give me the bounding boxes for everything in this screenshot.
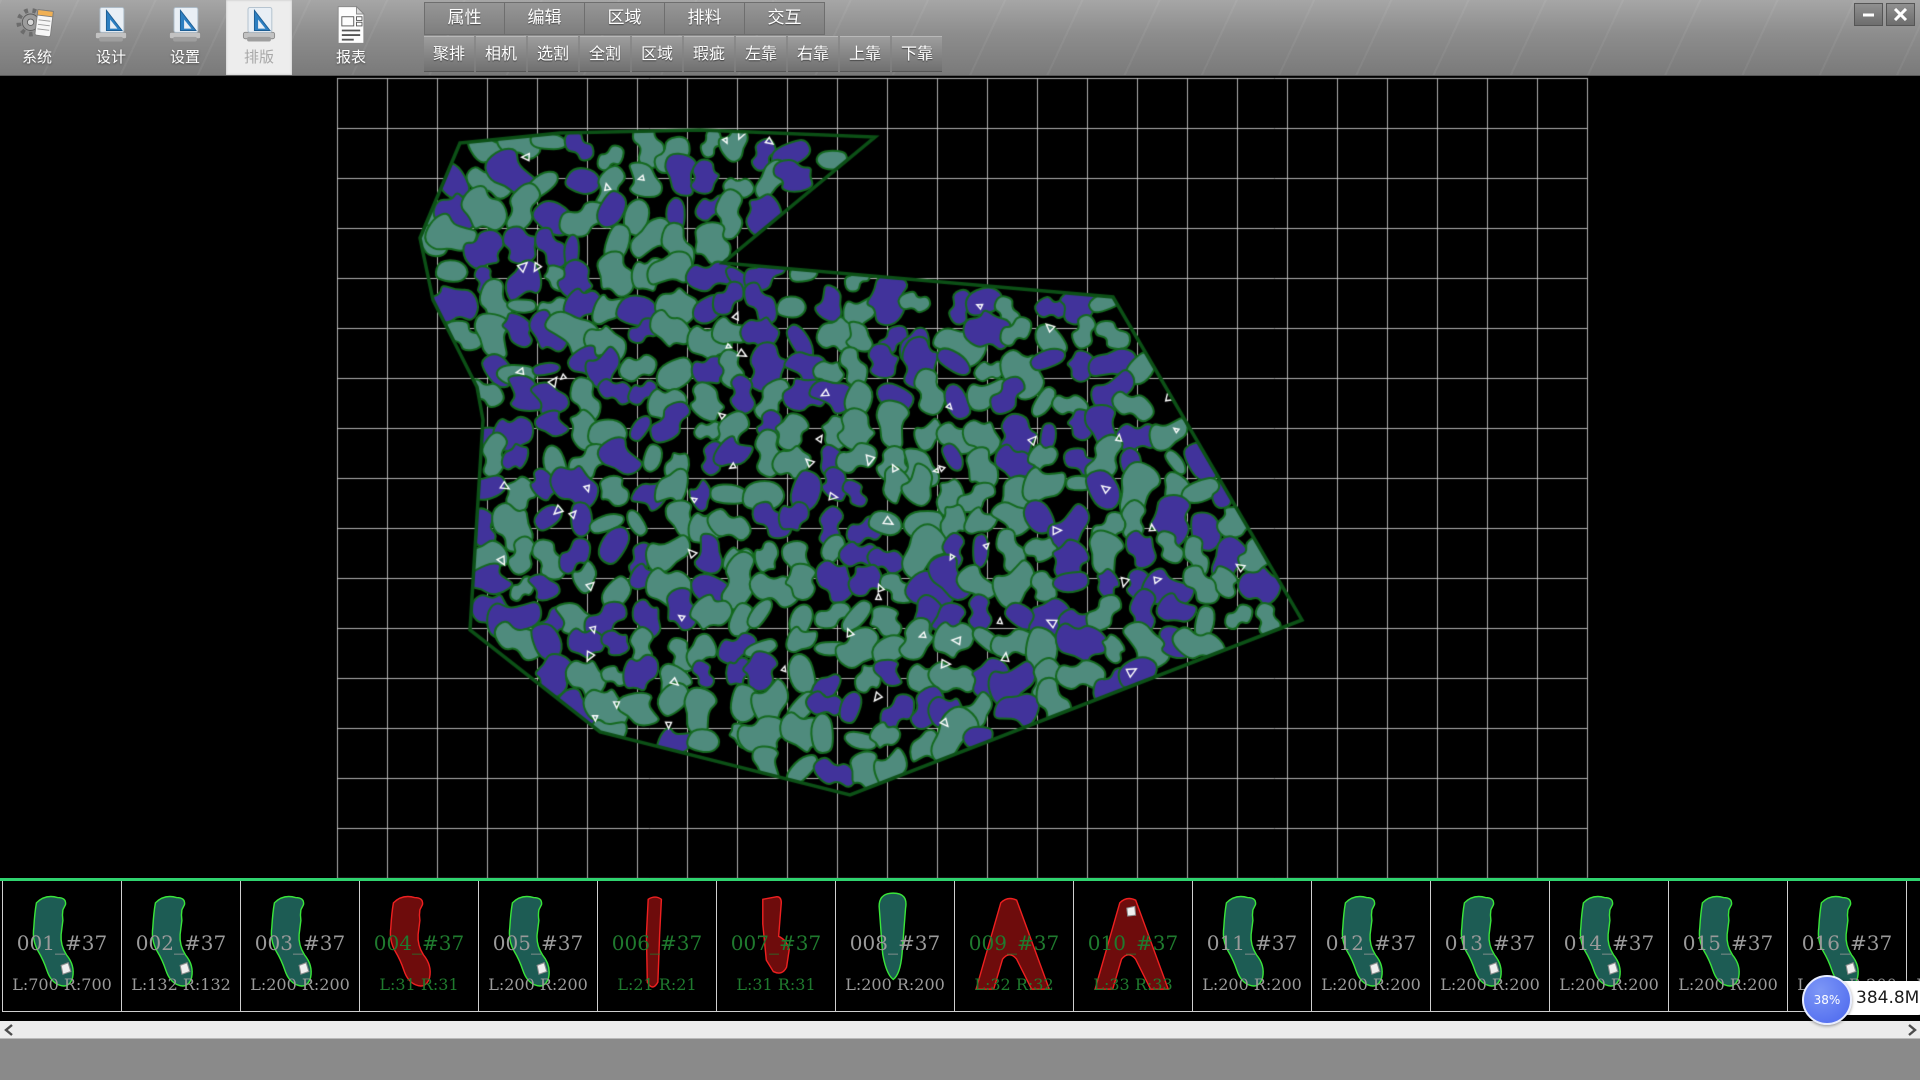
horizontal-scrollbar[interactable] (0, 1021, 1920, 1038)
piece-lr-count: L:32 R:32 (955, 975, 1073, 994)
piece-lr-count: L:132 R:132 (122, 975, 240, 994)
piece-lr-count: L:200 R:200 (1669, 975, 1787, 994)
thumbnail-014[interactable]: 014_#37 L:200 R:200 (1550, 881, 1669, 1012)
app-tab-label: 报表 (318, 47, 384, 67)
app-tab-label: 系统 (4, 47, 70, 67)
menu-tab-region[interactable]: 区域 (585, 2, 665, 35)
thumbnail-013[interactable]: 013_#37 L:200 R:200 (1431, 881, 1550, 1012)
piece-lr-count: L:200 R:200 (1431, 975, 1549, 994)
piece-name: 008_#37 (836, 931, 954, 955)
tool-button-camera[interactable]: 相机 (476, 36, 526, 72)
piece-name: 014_#37 (1550, 931, 1668, 955)
tool-button-align-left[interactable]: 左靠 (736, 36, 786, 72)
tool-button-align-top[interactable]: 上靠 (840, 36, 890, 72)
app-tab-label: 设置 (152, 47, 218, 67)
piece-name: 016_#37 (1788, 931, 1906, 955)
piece-name: 005_#37 (479, 931, 597, 955)
window-controls (1854, 3, 1915, 26)
thumbnail-001[interactable]: 001_#37 L:700 R:700 (2, 881, 122, 1012)
set-square-icon (237, 3, 281, 47)
tool-button-region[interactable]: 区域 (632, 36, 682, 72)
chevron-right-icon (1907, 1024, 1917, 1036)
piece-name: 001_#37 (3, 931, 121, 955)
tool-button-align-right[interactable]: 右靠 (788, 36, 838, 72)
piece-name: 011_#37 (1193, 931, 1311, 955)
nesting-workspace-canvas[interactable] (0, 75, 1920, 885)
thumbnail-015[interactable]: 015_#37 L:200 R:200 (1669, 881, 1788, 1012)
tool-button-select-cut[interactable]: 选割 (528, 36, 578, 72)
piece-lr-count: L:200 R:200 (836, 975, 954, 994)
minimize-icon (1861, 8, 1876, 21)
close-icon (1893, 8, 1908, 21)
tool-button-align-bottom[interactable]: 下靠 (892, 36, 942, 72)
menu-tab-edit[interactable]: 编辑 (505, 2, 585, 35)
app-tab-report[interactable]: 报表 (318, 0, 384, 75)
thumbnail-003[interactable]: 003_#37 L:200 R:200 (241, 881, 360, 1012)
status-bar (0, 1038, 1920, 1080)
piece-name: 003_#37 (241, 931, 359, 955)
piece-lr-count: L:200 R:200 (1193, 975, 1311, 994)
memory-percent-indicator: 38% (1802, 975, 1852, 1025)
scroll-right-button[interactable] (1903, 1021, 1920, 1038)
piece-lr-count: L:33 R:33 (1074, 975, 1192, 994)
app-tab-system[interactable]: 系统 (4, 0, 70, 75)
piece-name: 006_#37 (598, 931, 716, 955)
window-minimize-button[interactable] (1854, 3, 1883, 26)
piece-name: 004_#37 (360, 931, 478, 955)
thumbnail-010[interactable]: 010_#37 L:33 R:33 (1074, 881, 1193, 1012)
menu-tab-interact[interactable]: 交互 (745, 2, 825, 35)
app-tab-design[interactable]: 设计 (78, 0, 144, 75)
gear-notepad-icon (15, 3, 59, 47)
piece-name: 015_#37 (1669, 931, 1787, 955)
report-doc-icon (329, 3, 373, 47)
thumbnail-006[interactable]: 006_#37 L:21 R:21 (598, 881, 717, 1012)
piece-thumbnail-strip: 001_#37L:700 R:700002_#37L:132 R:132003_… (0, 878, 1920, 1015)
tool-buttons: 聚排相机选割全割区域瑕疵左靠右靠上靠下靠 (424, 36, 942, 72)
thumbnail-012[interactable]: 012_#37 L:200 R:200 (1312, 881, 1431, 1012)
set-square-icon (163, 3, 207, 47)
app-tab-label: 排版 (226, 47, 292, 67)
app-tab-label: 设计 (78, 47, 144, 67)
piece-lr-count: L:31 R:31 (717, 975, 835, 994)
tool-button-defect[interactable]: 瑕疵 (684, 36, 734, 72)
piece-name: 012_#37 (1312, 931, 1430, 955)
piece-lr-count: L:200 R:200 (479, 975, 597, 994)
piece-name: 017_#37 (1907, 931, 1920, 955)
thumbnail-011[interactable]: 011_#37 L:200 R:200 (1193, 881, 1312, 1012)
toolbar: 系统设计设置排版报表 属性编辑区域排料交互 聚排相机选割全割区域瑕疵左靠右靠上靠… (0, 0, 1920, 76)
menu-tab-nest[interactable]: 排料 (665, 2, 745, 35)
thumbnail-002[interactable]: 002_#37 L:132 R:132 (122, 881, 241, 1012)
piece-name: 010_#37 (1074, 931, 1192, 955)
piece-lr-count: L:200 R:200 (1550, 975, 1668, 994)
piece-lr-count: L:31 R:31 (360, 975, 478, 994)
set-square-icon (89, 3, 133, 47)
scroll-left-button[interactable] (0, 1021, 17, 1038)
thumbnail-004[interactable]: 004_#37 L:31 R:31 (360, 881, 479, 1012)
memory-badge: 384.8M 38% (1802, 975, 1852, 1025)
app-tab-nesting[interactable]: 排版 (226, 0, 292, 75)
thumbnail-005[interactable]: 005_#37 L:200 R:200 (479, 881, 598, 1012)
app-tab-settings[interactable]: 设置 (152, 0, 218, 75)
thumbnail-007[interactable]: 007_#37 L:31 R:31 (717, 881, 836, 1012)
piece-lr-count: L:200 R:200 (1312, 975, 1430, 994)
tool-button-cluster-nest[interactable]: 聚排 (424, 36, 474, 72)
piece-lr-count: L:700 R:700 (3, 975, 121, 994)
thumbnail-008[interactable]: 008_#37 L:200 R:200 (836, 881, 955, 1012)
thumbnail-009[interactable]: 009_#37 L:32 R:32 (955, 881, 1074, 1012)
menu-tab-properties[interactable]: 属性 (424, 2, 505, 35)
piece-lr-count: L:21 R:21 (598, 975, 716, 994)
menu-tabs: 属性编辑区域排料交互 (424, 2, 825, 35)
piece-lr-count: L:200 R:200 (241, 975, 359, 994)
tool-button-cut-all[interactable]: 全割 (580, 36, 630, 72)
piece-name: 002_#37 (122, 931, 240, 955)
piece-name: 009_#37 (955, 931, 1073, 955)
piece-name: 007_#37 (717, 931, 835, 955)
piece-name: 013_#37 (1431, 931, 1549, 955)
chevron-left-icon (4, 1024, 14, 1036)
window-close-button[interactable] (1886, 3, 1915, 26)
